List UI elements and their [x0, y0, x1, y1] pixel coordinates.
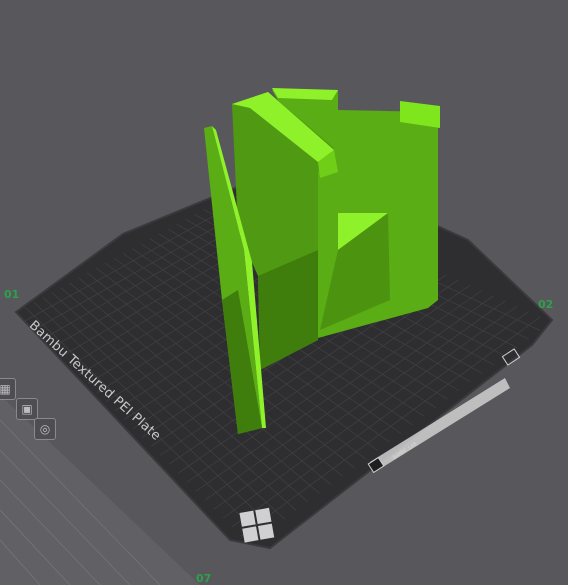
3d-viewport[interactable]: Bambu Textured PEI Plate 01 02 07 BAMBU … — [0, 0, 568, 585]
plate-number-right: 02 — [538, 298, 554, 311]
settings-icon[interactable]: ◎ — [34, 418, 56, 440]
plate-number-bottom: 07 — [196, 572, 212, 585]
plate-corner-logo — [239, 507, 275, 543]
plate-number-left: 01 — [4, 288, 20, 301]
arrange-icon[interactable]: ▦ — [0, 378, 16, 400]
scene-canvas[interactable] — [0, 0, 568, 585]
lock-icon[interactable]: ▣ — [16, 398, 38, 420]
